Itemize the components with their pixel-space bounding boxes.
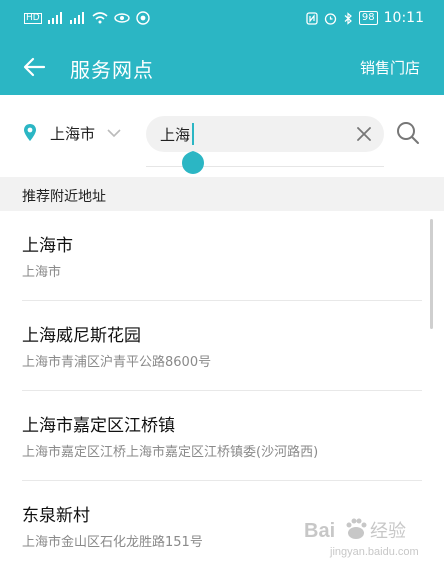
item-name: 上海市嘉定区江桥镇 [22, 416, 175, 436]
item-name: 上海市 [22, 236, 73, 256]
item-address: 上海市 [22, 265, 62, 280]
item-address: 上海市嘉定区江桥上海市嘉定区江桥镇委(沙河路西) [22, 445, 319, 460]
watermark-brand2: 经验 [370, 521, 406, 542]
eye-icon [114, 12, 130, 24]
scrollbar[interactable] [430, 219, 433, 329]
search-input-text[interactable]: 上海 [160, 124, 190, 145]
item-address: 上海市青浦区沪青平公路8600号 [22, 355, 212, 370]
watermark-brand: Bai [304, 520, 335, 542]
watermark: Bai 经验 jingyan.baidu.com [300, 513, 440, 563]
watermark-url: jingyan.baidu.com [329, 546, 419, 558]
section-header: 推荐附近地址 [0, 177, 444, 211]
search-icon[interactable] [395, 120, 421, 146]
status-time: 10:11 [383, 10, 424, 26]
sales-store-button[interactable]: 销售门店 [360, 57, 420, 78]
bluetooth-icon [343, 11, 353, 25]
search-row: 上海市 上海 [0, 105, 444, 163]
nfc-icon [306, 11, 318, 25]
back-arrow-icon[interactable] [20, 52, 50, 82]
section-title: 推荐附近地址 [22, 189, 106, 205]
list-item[interactable]: 上海市嘉定区江桥镇 上海市嘉定区江桥上海市嘉定区江桥镇委(沙河路西) [0, 391, 444, 481]
signal-4g-icon [69, 12, 86, 24]
list-item[interactable]: 上海威尼斯花园 上海市青浦区沪青平公路8600号 [0, 301, 444, 391]
page-title: 服务网点 [70, 58, 154, 82]
item-name: 上海威尼斯花园 [22, 326, 141, 346]
status-right: 98 10:11 [306, 10, 424, 26]
wifi-icon [92, 12, 108, 24]
chat-icon [136, 11, 150, 25]
city-selector[interactable]: 上海市 [50, 123, 95, 144]
list-item[interactable]: 上海市 上海市 [0, 211, 444, 301]
item-name: 东泉新村 [22, 506, 90, 526]
hd-icon: HD [24, 12, 42, 24]
top-bar: HD 98 10:11 服务网点 销售门店 [0, 0, 444, 95]
status-left: HD [24, 11, 150, 25]
clear-icon[interactable] [354, 124, 374, 144]
text-selection-handle-icon[interactable] [180, 145, 206, 175]
chevron-down-icon[interactable] [106, 125, 122, 139]
item-address: 上海市金山区石化龙胜路151号 [22, 535, 203, 550]
text-cursor [192, 123, 194, 145]
status-bar: HD 98 10:11 [0, 0, 444, 36]
alarm-icon [324, 12, 337, 25]
location-pin-icon [22, 123, 38, 143]
battery-indicator: 98 [358, 11, 378, 25]
app-bar: 服务网点 销售门店 [0, 42, 444, 92]
signal-4g-icon [47, 12, 64, 24]
